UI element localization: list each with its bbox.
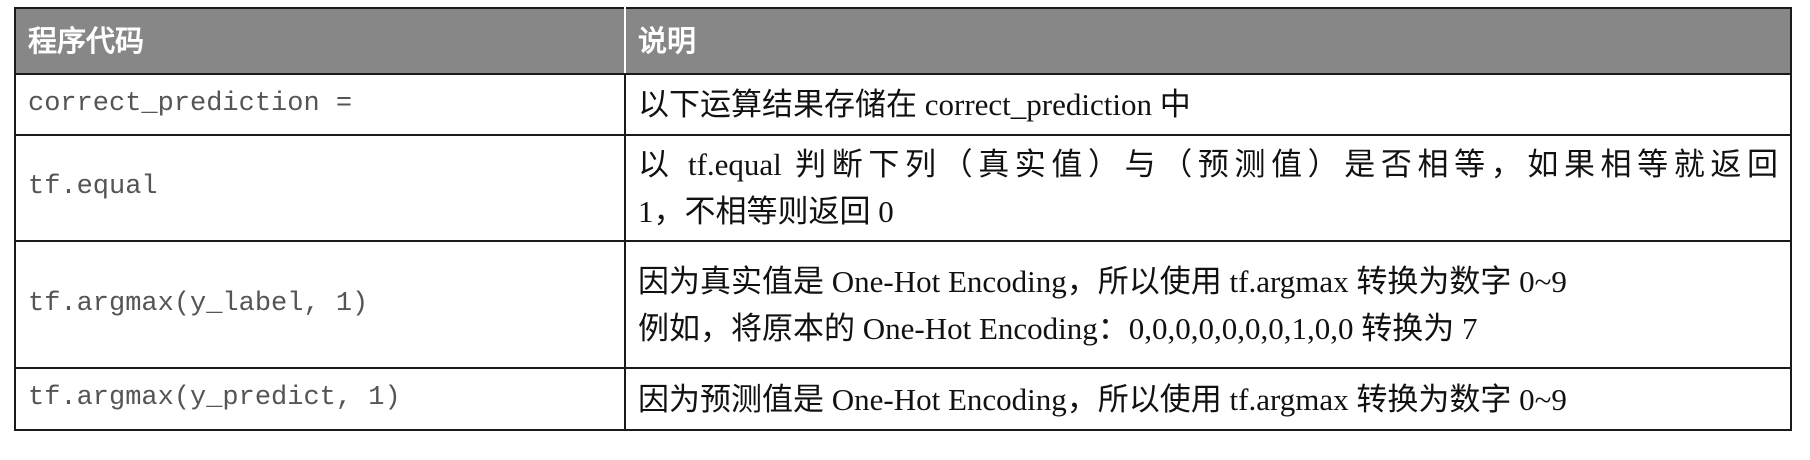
header-code: 程序代码 (14, 7, 626, 75)
table-row: correct_prediction = 以下运算结果存储在 correct_p… (14, 73, 1792, 136)
description-cell: 以 tf.equal 判断下列（真实值）与（预测值）是否相等，如果相等就返回 1… (624, 134, 1792, 242)
code-cell: tf.argmax(y_predict, 1) (14, 367, 626, 431)
description-cell: 因为真实值是 One-Hot Encoding，所以使用 tf.argmax 转… (624, 240, 1792, 369)
description-line: 1，不相等则返回 0 (638, 194, 894, 229)
code-cell: correct_prediction = (14, 73, 626, 136)
code-cell: tf.equal (14, 134, 626, 242)
description-line: 因为预测值是 One-Hot Encoding，所以使用 tf.argmax 转… (638, 381, 1567, 417)
table-row: tf.argmax(y_label, 1) 因为真实值是 One-Hot Enc… (14, 240, 1792, 369)
description-cell: 以下运算结果存储在 correct_prediction 中 (624, 73, 1792, 136)
description-cell: 因为预测值是 One-Hot Encoding，所以使用 tf.argmax 转… (624, 367, 1792, 431)
header-description: 说明 (624, 7, 1792, 75)
description-line: 以下运算结果存储在 correct_prediction 中 (638, 87, 1191, 122)
table-row: tf.equal 以 tf.equal 判断下列（真实值）与（预测值）是否相等，… (14, 134, 1792, 242)
table-row: tf.argmax(y_predict, 1) 因为预测值是 One-Hot E… (14, 367, 1792, 431)
description-line: 以 tf.equal 判断下列（真实值）与（预测值）是否相等，如果相等就返回 (638, 147, 1778, 182)
code-cell: tf.argmax(y_label, 1) (14, 240, 626, 369)
code-explanation-table: 程序代码 说明 correct_prediction = 以下运算结果存储在 c… (14, 7, 1792, 431)
table-header-row: 程序代码 说明 (14, 7, 1792, 75)
description-line: 因为真实值是 One-Hot Encoding，所以使用 tf.argmax 转… (638, 263, 1567, 299)
description-line: 例如，将原本的 One-Hot Encoding：0,0,0,0,0,0,0,1… (638, 310, 1478, 346)
